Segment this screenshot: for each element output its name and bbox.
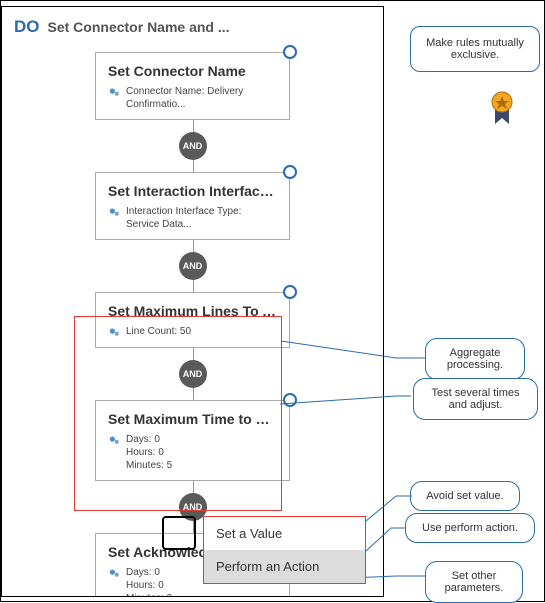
detail-days: Days: 0 <box>126 567 160 578</box>
flow: Set Connector Name Connector Name: Deliv… <box>2 47 383 597</box>
ribbon-icon <box>487 90 517 126</box>
gears-icon <box>108 433 122 447</box>
main-panel: DO Set Connector Name and ... Set Connec… <box>1 6 384 597</box>
gears-icon <box>108 205 122 219</box>
node-body: Line Count: 50 <box>108 325 277 339</box>
callout-use-perform: Use perform action. <box>405 513 535 543</box>
status-circle-icon <box>283 165 297 179</box>
node-title: Set Interaction Interface Type <box>108 183 277 199</box>
node-set-max-lines[interactable]: Set Maximum Lines To Aggreg... Line Coun… <box>95 292 290 348</box>
and-badge[interactable]: AND <box>179 132 207 160</box>
detail-hours: Hours: 0 <box>126 580 164 591</box>
callout-other-params: Set other parameters. <box>425 561 523 603</box>
detail-minutes: Minutes: 0 <box>126 593 172 597</box>
menu-item-set-value[interactable]: Set a Value <box>204 517 365 550</box>
detail-minutes: Minutes: 5 <box>126 460 172 471</box>
gears-icon <box>108 566 122 580</box>
node-set-interaction-interface[interactable]: Set Interaction Interface Type Interacti… <box>95 172 290 240</box>
node-body: Days: 0 Hours: 0 Minutes: 5 <box>108 433 277 472</box>
right-side: Make rules mutually exclusive. Aggregate… <box>385 1 545 603</box>
gears-icon <box>108 325 122 339</box>
header: DO Set Connector Name and ... <box>2 7 383 47</box>
status-circle-icon <box>283 45 297 59</box>
node-detail: Days: 0 Hours: 0 Minutes: 5 <box>126 433 277 472</box>
header-title: Set Connector Name and ... <box>48 19 230 35</box>
callout-aggregate: Aggregate processing. <box>425 338 525 380</box>
and-badge[interactable]: AND <box>179 252 207 280</box>
detail-hours: Hours: 0 <box>126 447 164 458</box>
do-label: DO <box>14 17 40 37</box>
node-body: Interaction Interface Type: Service Data… <box>108 205 277 231</box>
and-badge[interactable]: AND <box>179 360 207 388</box>
callout-avoid-set: Avoid set value. <box>410 481 520 511</box>
node-detail: Connector Name: Delivery Confirmatio... <box>126 85 277 111</box>
callout-test-adjust: Test several times and adjust. <box>413 378 538 420</box>
node-detail: Line Count: 50 <box>126 325 277 338</box>
node-body: Connector Name: Delivery Confirmatio... <box>108 85 277 111</box>
callout-text: Make rules mutually exclusive. <box>426 37 524 61</box>
node-title: Set Maximum Lines To Aggreg... <box>108 303 277 319</box>
node-detail: Interaction Interface Type: Service Data… <box>126 205 277 231</box>
node-title: Set Maximum Time to Wait Be... <box>108 411 277 427</box>
node-set-connector-name[interactable]: Set Connector Name Connector Name: Deliv… <box>95 52 290 120</box>
callout-mutually-exclusive: Make rules mutually exclusive. <box>410 26 540 72</box>
gears-icon <box>108 85 122 99</box>
node-title: Set Connector Name <box>108 63 277 79</box>
status-circle-icon <box>283 393 297 407</box>
node-set-max-time[interactable]: Set Maximum Time to Wait Be... Days: 0 H… <box>95 400 290 481</box>
menu-item-perform-action[interactable]: Perform an Action <box>204 550 365 583</box>
context-menu: Set a Value Perform an Action <box>203 516 366 584</box>
detail-days: Days: 0 <box>126 434 160 445</box>
status-circle-icon <box>283 285 297 299</box>
